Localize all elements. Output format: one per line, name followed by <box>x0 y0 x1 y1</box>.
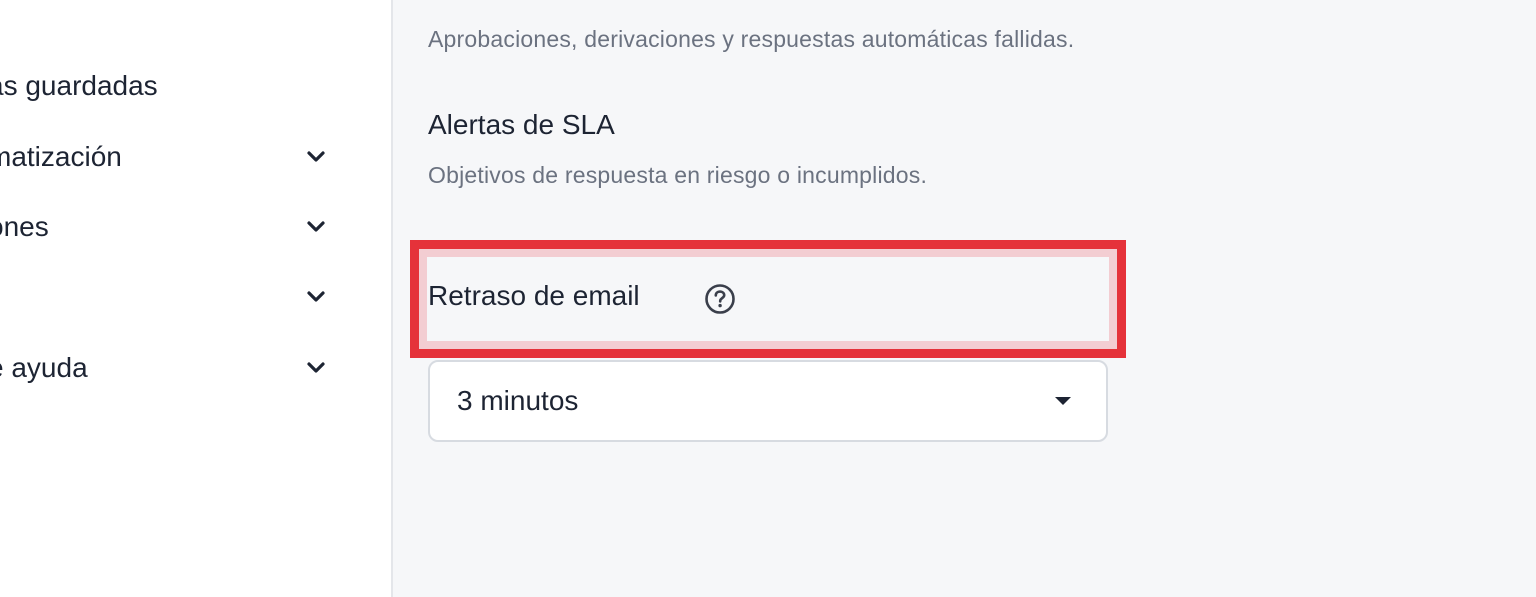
chevron-down-icon[interactable] <box>305 361 327 375</box>
caret-down-icon <box>1055 397 1071 405</box>
sidebar-item-automation[interactable]: matización <box>0 137 391 177</box>
sla-alerts-description: Objetivos de respuesta en riesgo o incum… <box>428 162 928 188</box>
email-delay-select[interactable]: 3 minutos <box>428 360 1108 442</box>
sidebar-item-saved-views[interactable]: as guardadas <box>0 66 391 106</box>
sidebar-item-label: e ayuda <box>0 352 88 383</box>
chevron-down-icon[interactable] <box>305 150 327 164</box>
sidebar: as guardadas matización ones e ayuda <box>0 0 393 597</box>
sidebar-item-help-center[interactable]: e ayuda <box>0 348 391 388</box>
app-window: as guardadas matización ones e ayuda <box>0 0 1536 597</box>
sidebar-item-label: as guardadas <box>0 70 158 101</box>
settings-panel: Aprobaciones, derivaciones y respuestas … <box>393 0 1536 597</box>
sidebar-item-collapsed[interactable] <box>0 277 391 317</box>
sla-alerts-title: Alertas de SLA <box>428 109 615 140</box>
chevron-down-icon[interactable] <box>305 290 327 304</box>
sidebar-item-label: ones <box>0 211 49 242</box>
sidebar-item-notifications[interactable]: ones <box>0 207 391 247</box>
question-circle-icon[interactable] <box>704 283 736 315</box>
automation-failures-description: Aprobaciones, derivaciones y respuestas … <box>428 26 1075 52</box>
email-delay-label: Retraso de email <box>428 280 640 311</box>
sidebar-item-label: matización <box>0 141 122 172</box>
email-delay-selected-value: 3 minutos <box>457 385 579 416</box>
chevron-down-icon[interactable] <box>305 220 327 234</box>
